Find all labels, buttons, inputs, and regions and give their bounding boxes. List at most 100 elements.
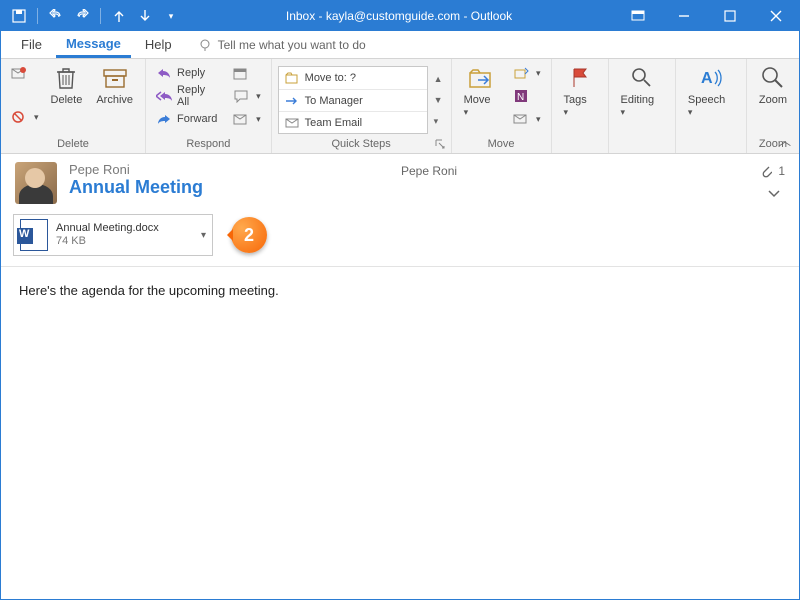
group-delete: ▾ Delete Archive Delete xyxy=(1,59,146,153)
window-controls xyxy=(615,1,799,31)
actions-button[interactable]: ▾ xyxy=(509,108,545,130)
read-aloud-icon: A xyxy=(697,64,725,92)
speech-button[interactable]: A Speech ▾ xyxy=(682,62,740,120)
ignore-button[interactable] xyxy=(7,62,43,84)
tab-help[interactable]: Help xyxy=(135,33,182,56)
quick-steps-gallery[interactable]: Move to: ? To Manager Team Email xyxy=(278,66,428,134)
folder-move-icon xyxy=(467,64,495,92)
group-delete-label: Delete xyxy=(7,138,139,152)
group-respond-label: Respond xyxy=(152,138,265,152)
maximize-button[interactable] xyxy=(707,1,753,31)
svg-text:A: A xyxy=(701,70,713,87)
title-bar: ▾ Inbox - kayla@customguide.com - Outloo… xyxy=(1,1,799,31)
recipient-name: Pepe Roni xyxy=(401,164,457,178)
delete-button[interactable]: Delete xyxy=(45,62,89,108)
arrow-right-icon xyxy=(285,96,299,106)
onenote-icon: N xyxy=(513,88,529,104)
undo-button[interactable] xyxy=(44,4,68,28)
group-speech-label xyxy=(682,150,740,152)
rules-icon xyxy=(513,65,529,81)
tags-button[interactable]: Tags ▾ xyxy=(558,62,602,120)
close-button[interactable] xyxy=(753,1,799,31)
group-editing: Editing ▾ xyxy=(609,59,676,153)
word-file-icon xyxy=(20,219,48,251)
junk-icon xyxy=(11,109,27,125)
previous-item-button[interactable] xyxy=(107,4,131,28)
reply-all-button[interactable]: Reply All xyxy=(152,85,223,107)
attachment-dropdown[interactable]: ▾ xyxy=(201,230,206,241)
ignore-icon xyxy=(11,65,27,81)
zoom-button[interactable]: Zoom xyxy=(753,62,793,108)
ribbon-display-button[interactable] xyxy=(615,1,661,31)
rules-button[interactable]: ▾ xyxy=(509,62,545,84)
editing-button[interactable]: Editing ▾ xyxy=(615,62,669,120)
move-button[interactable]: Move ▾ xyxy=(458,62,505,120)
flag-icon xyxy=(566,64,594,92)
attachment-bar: Annual Meeting.docx 74 KB ▾ 2 xyxy=(1,210,799,267)
quick-steps-launcher[interactable] xyxy=(435,139,447,151)
quick-steps-more-button[interactable]: ▾ xyxy=(432,111,445,131)
quick-steps-up-button[interactable]: ▲ xyxy=(432,69,445,89)
folder-move-icon xyxy=(285,72,299,84)
quick-step-team-email[interactable]: Team Email xyxy=(279,111,427,133)
qat-separator xyxy=(100,8,101,24)
group-speech: A Speech ▾ xyxy=(676,59,747,153)
reply-all-icon xyxy=(156,88,172,104)
quick-steps-down-button[interactable]: ▼ xyxy=(432,90,445,110)
collapse-ribbon-button[interactable]: ︿ xyxy=(779,132,791,149)
quick-step-to-manager[interactable]: To Manager xyxy=(279,89,427,111)
archive-icon xyxy=(101,64,129,92)
sender-avatar[interactable] xyxy=(15,162,57,204)
tab-message[interactable]: Message xyxy=(56,32,131,58)
more-respond-button[interactable]: ▾ xyxy=(229,108,265,130)
zoom-icon xyxy=(759,64,787,92)
window-title: Inbox - kayla@customguide.com - Outlook xyxy=(183,9,615,23)
group-move: Move ▾ ▾ N ▾ Move xyxy=(452,59,552,153)
expand-header-button[interactable] xyxy=(763,184,785,202)
redo-button[interactable] xyxy=(70,4,94,28)
sender-name: Pepe Roni xyxy=(69,162,389,177)
archive-button[interactable]: Archive xyxy=(90,62,139,108)
tutorial-callout: 2 xyxy=(231,217,267,253)
junk-button[interactable]: ▾ xyxy=(7,106,43,128)
tell-me-search[interactable]: Tell me what you want to do xyxy=(198,38,366,52)
im-button[interactable]: ▾ xyxy=(229,85,265,107)
group-quick-steps: Move to: ? To Manager Team Email ▲ ▼ ▾ Q… xyxy=(272,59,452,153)
body-text: Here's the agenda for the upcoming meeti… xyxy=(19,283,781,298)
minimize-button[interactable] xyxy=(661,1,707,31)
trash-icon xyxy=(52,64,80,92)
im-icon xyxy=(233,88,249,104)
reply-button[interactable]: Reply xyxy=(152,62,223,84)
quick-access-toolbar: ▾ xyxy=(1,4,183,28)
ribbon-tabs: File Message Help Tell me what you want … xyxy=(1,31,799,59)
tab-file[interactable]: File xyxy=(11,33,52,56)
qat-customize-button[interactable]: ▾ xyxy=(159,4,183,28)
onenote-button[interactable]: N xyxy=(509,85,545,107)
message-header: Pepe Roni Annual Meeting Pepe Roni 1 xyxy=(1,154,799,210)
message-subject: Annual Meeting xyxy=(69,177,389,198)
group-editing-label xyxy=(615,150,669,152)
quick-step-move-to[interactable]: Move to: ? xyxy=(279,67,427,89)
forward-button[interactable]: Forward xyxy=(152,108,223,130)
bulb-icon xyxy=(198,38,212,52)
forward-icon xyxy=(156,111,172,127)
reply-icon xyxy=(156,65,172,81)
next-item-button[interactable] xyxy=(133,4,157,28)
ribbon: ▾ Delete Archive Delete Reply Reply All … xyxy=(1,59,799,154)
archive-label: Archive xyxy=(96,94,133,106)
attachment-indicator: 1 xyxy=(760,164,785,178)
save-button[interactable] xyxy=(7,4,31,28)
attachment-size: 74 KB xyxy=(56,235,193,248)
mail-icon xyxy=(285,118,299,128)
delete-label: Delete xyxy=(51,94,83,106)
attachment-count: 1 xyxy=(778,164,785,178)
group-zoom: Zoom Zoom xyxy=(747,59,799,153)
meeting-icon xyxy=(233,65,249,81)
group-quick-steps-label: Quick Steps xyxy=(278,138,445,152)
group-tags: Tags ▾ xyxy=(552,59,609,153)
attachment-item[interactable]: Annual Meeting.docx 74 KB ▾ xyxy=(13,214,213,256)
paperclip-icon xyxy=(760,164,772,178)
meeting-button[interactable] xyxy=(229,62,265,84)
group-tags-label xyxy=(558,150,602,152)
group-move-label: Move xyxy=(458,138,545,152)
